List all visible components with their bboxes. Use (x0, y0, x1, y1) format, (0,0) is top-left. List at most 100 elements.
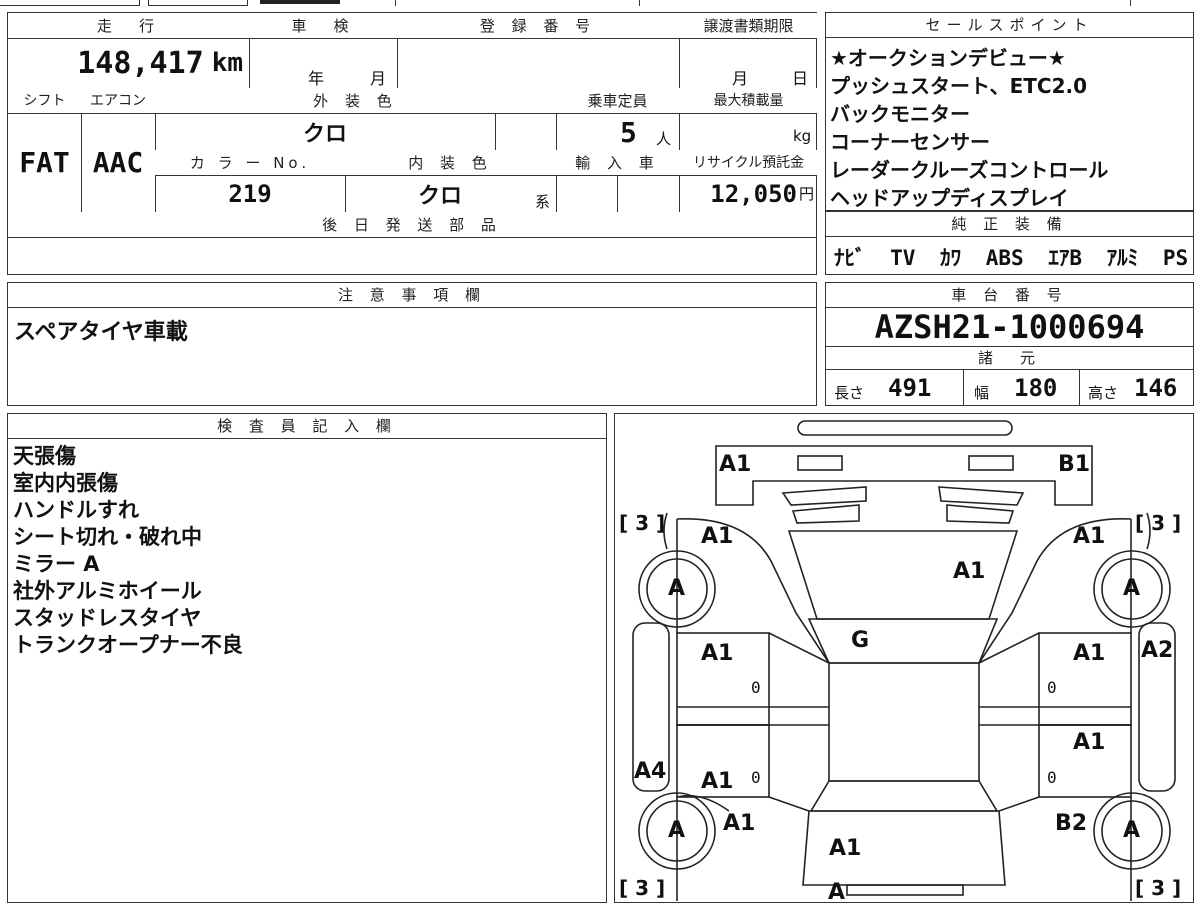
width-label: 幅 (974, 384, 990, 402)
vehicle-info-grid: 走 行 車 検 登 録 番 号 譲渡書類期限 148,417 km 年 月 月 … (7, 12, 818, 275)
wheel-rear-right: A (1123, 818, 1141, 843)
door-zero: 0 (751, 768, 761, 787)
color-no-value: 219 (228, 179, 272, 208)
chassis-number: AZSH21-1000694 (874, 308, 1145, 346)
inspection-header: 車 検 (249, 13, 397, 38)
exterior-color-header: 外 装 色 (155, 88, 556, 113)
damage-right-rear-fender: B2 (1055, 811, 1088, 836)
inspector-line: 天張傷 (13, 444, 76, 468)
inspector-line: スタッドレスタイヤ (13, 606, 202, 630)
genuine-equipment-header: 純 正 装 備 (826, 212, 1193, 237)
equip-leather: ｶﾜ (940, 246, 962, 270)
tire-rear-left: [ 3 ] (619, 876, 666, 900)
damage-right-front-door: A1 (1073, 641, 1106, 666)
damage-right-rocker: A2 (1141, 638, 1174, 663)
damage-map-panel: A1 B1 A1 A1 A1 G A1 A1 A2 A1 A4 A1 A1 B2… (614, 413, 1194, 905)
damage-left-front-door: A1 (701, 641, 734, 666)
tire-front-left: [ 3 ] (619, 511, 666, 535)
damage-trunk: A1 (829, 836, 862, 861)
damage-front-right: B1 (1058, 452, 1091, 477)
sales-point-line: ヘッドアップディスプレイ (830, 186, 1069, 210)
height-label: 高さ (1088, 384, 1119, 402)
inspection-month-unit: 月 (370, 69, 387, 88)
wheel-rear-left: A (668, 818, 686, 843)
notes-text: スペアタイヤ車載 (14, 320, 188, 345)
inspector-header: 検 査 員 記 入 欄 (8, 414, 606, 439)
later-parts-header: 後 日 発 送 部 品 (8, 212, 816, 237)
sales-point-line: レーダークルーズコントロール (830, 158, 1109, 182)
sales-points-panel: セールスポイント ★オークションデビュー★ プッシュスタート、ETC2.0 バッ… (825, 12, 1194, 211)
damage-left-rear-door: A1 (701, 769, 734, 794)
transfer-day-unit: 日 (792, 69, 809, 88)
wheel-front-left: A (668, 576, 686, 601)
import-header: 輸 入 車 (556, 150, 679, 175)
equip-nav: ﾅﾋﾞ (834, 246, 866, 270)
aircon-header: エアコン (81, 88, 155, 113)
capacity-header: 乗車定員 (556, 88, 679, 113)
damage-rear-bottom: A (828, 880, 846, 905)
recycle-value: 12,050 円 (710, 179, 814, 208)
width-value: 180 (1014, 374, 1058, 402)
capacity-value: 5 (620, 116, 637, 149)
damage-windshield: G (851, 628, 870, 653)
inspector-line: シート切れ・破れ中 (13, 525, 202, 549)
damage-left-rear-fender: A1 (723, 811, 756, 836)
interior-color-value: クロ (417, 183, 462, 209)
sales-point-line: コーナーセンサー (830, 130, 990, 154)
color-no-header: カ ラ ー No. (155, 150, 345, 175)
equip-abs: ABS (985, 246, 1024, 270)
tire-front-right: [ 3 ] (1135, 511, 1182, 535)
length-label: 長さ (834, 384, 865, 402)
inspector-panel: 検 査 員 記 入 欄 天張傷 室内内張傷 ハンドルすれ シート切れ・破れ中 ミ… (7, 413, 607, 903)
wheel-front-right: A (1123, 576, 1141, 601)
transfer-deadline-header: 譲渡書類期限 (679, 13, 818, 38)
aircon-value: AAC (92, 146, 144, 179)
inspector-line: 室内内張傷 (13, 471, 118, 495)
spec-header: 諸 元 (826, 346, 1193, 370)
max-load-unit: kg (793, 127, 812, 145)
capacity-unit: 人 (656, 130, 672, 148)
shift-header: シフト (8, 88, 81, 113)
equip-tv: TV (890, 246, 916, 270)
chassis-header: 車 台 番 号 (826, 283, 1193, 308)
transfer-month-unit: 月 (732, 69, 749, 88)
genuine-equipment-items: ﾅﾋﾞ TV ｶﾜ ABS ｴｱB ｱﾙﾐ PS PW (834, 242, 1200, 272)
interior-color-suffix: 系 (535, 193, 551, 211)
door-zero: 0 (751, 678, 761, 697)
genuine-equipment-panel: 純 正 装 備 ﾅﾋﾞ TV ｶﾜ ABS ｴｱB ｱﾙﾐ PS PW (825, 211, 1194, 275)
mileage-value: 148,417 km (77, 45, 243, 81)
door-zero: 0 (1047, 768, 1057, 787)
top-cropped-row (0, 0, 1200, 6)
inspector-line: ハンドルすれ (13, 498, 139, 522)
max-load-header: 最大積載量 (679, 88, 818, 113)
sales-point-line: バックモニター (830, 102, 970, 126)
sales-point-line: ★オークションデビュー★ (830, 46, 1066, 70)
length-value: 491 (888, 374, 932, 402)
damage-left-front-fender: A1 (701, 524, 734, 549)
equip-alloy: ｱﾙﾐ (1106, 246, 1139, 270)
damage-right-front-fender: A1 (1073, 524, 1106, 549)
damage-left-rocker: A4 (634, 759, 667, 784)
shift-value: FAT (19, 146, 70, 179)
damage-right-rear-door: A1 (1073, 730, 1106, 755)
equip-airbag: ｴｱB (1048, 246, 1083, 270)
inspector-line: トランクオープナー不良 (13, 633, 243, 657)
equip-ps: PS (1162, 246, 1189, 270)
inspector-line: 社外アルミホイール (13, 579, 202, 603)
height-value: 146 (1134, 374, 1178, 402)
damage-front-left: A1 (719, 452, 752, 477)
inspection-year-unit: 年 (308, 69, 325, 88)
registration-header: 登 録 番 号 (397, 13, 679, 38)
damage-hood: A1 (953, 559, 986, 584)
exterior-color-value: クロ (302, 121, 347, 147)
door-zero: 0 (1047, 678, 1057, 697)
notes-panel: 注 意 事 項 欄 スペアタイヤ車載 (7, 282, 817, 406)
inspector-line: ミラー A (13, 552, 100, 576)
tire-rear-right: [ 3 ] (1135, 876, 1182, 900)
recycle-header: リサイクル預託金 (679, 150, 818, 175)
mileage-header: 走 行 (8, 13, 249, 38)
sales-points-header: セールスポイント (826, 13, 1193, 38)
interior-color-header: 内 装 色 (345, 150, 556, 175)
inspector-lines: 天張傷 室内内張傷 ハンドルすれ シート切れ・破れ中 ミラー A 社外アルミホイ… (13, 443, 243, 659)
notes-header: 注 意 事 項 欄 (8, 283, 816, 308)
